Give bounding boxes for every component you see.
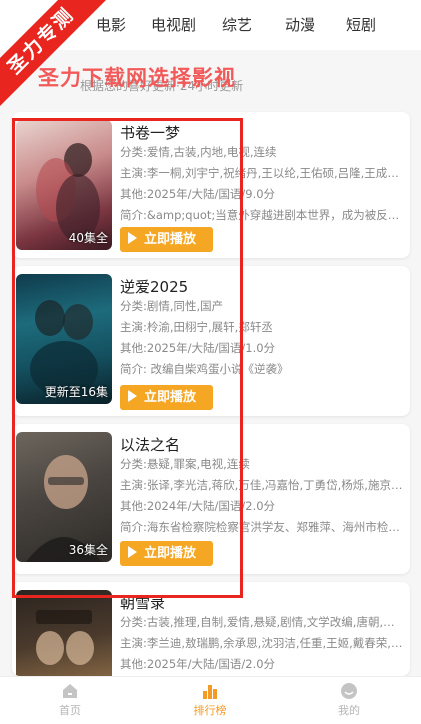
highlight-box — [12, 118, 243, 598]
nav-home[interactable]: 首页 — [35, 682, 105, 718]
tab-tv-series[interactable]: 电视剧 — [151, 14, 196, 35]
item-genre: 分类:古装,推理,自制,爱情,悬疑,剧情,文学改编,唐朝,内地,... — [120, 615, 405, 629]
bottom-nav: 首页 排行榜 我的 — [0, 676, 421, 724]
tab-anime[interactable]: 动漫 — [285, 14, 315, 35]
home-icon — [63, 684, 77, 698]
tab-movie[interactable]: 电影 — [96, 14, 126, 35]
item-meta: 其他:2025年/大陆/国语/2.0分 — [120, 657, 276, 671]
promo-headline: 圣力下载网选择影视 — [38, 66, 236, 90]
profile-icon — [341, 683, 357, 699]
bar-chart-icon — [203, 685, 217, 699]
tab-short-drama[interactable]: 短剧 — [346, 14, 376, 35]
tab-variety[interactable]: 综艺 — [222, 14, 252, 35]
nav-profile[interactable]: 我的 — [314, 682, 384, 718]
poster-image[interactable] — [16, 590, 112, 676]
poster-figure-icon — [36, 610, 94, 665]
nav-ranking[interactable]: 排行榜 — [175, 682, 245, 718]
item-cast: 主演:李兰迪,敖瑞鹏,余承恩,沈羽洁,任重,王姬,戴春荣,邓英 — [120, 636, 405, 650]
